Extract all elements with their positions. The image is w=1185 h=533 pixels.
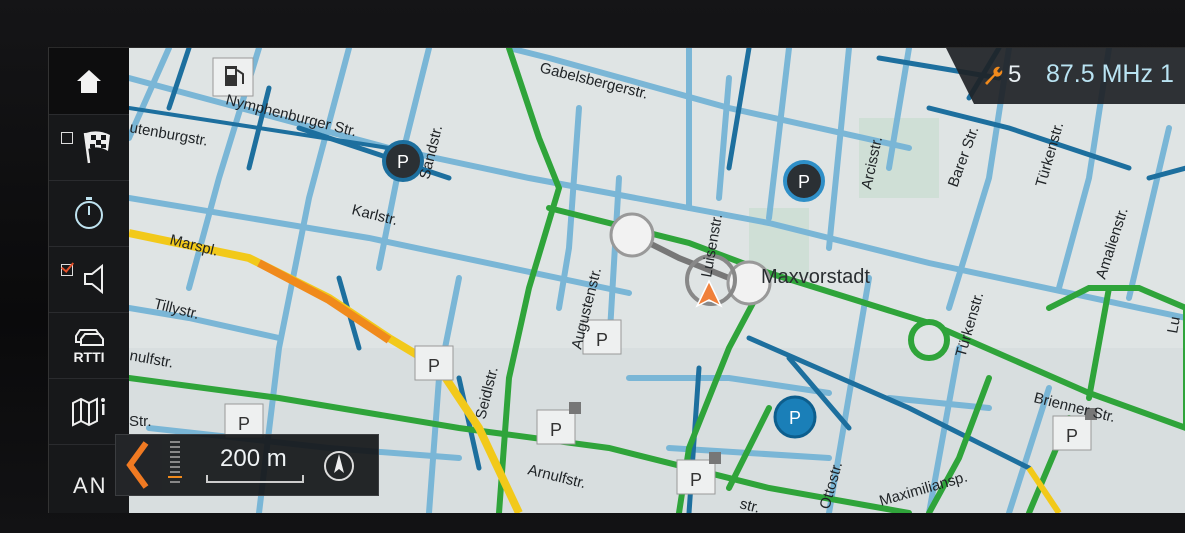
roundabout (908, 319, 950, 361)
scale-line (206, 475, 304, 483)
parking-garage-marker[interactable]: P (224, 403, 264, 439)
destination-checkbox[interactable] (61, 132, 73, 144)
svg-text:P: P (596, 330, 608, 350)
service-count: 5 (1008, 61, 1022, 88)
speaker-icon (84, 263, 103, 295)
back-button[interactable] (116, 435, 162, 495)
sidebar-item-rtti[interactable]: RTTI (49, 312, 129, 379)
svg-text:P: P (550, 420, 562, 440)
wrench-icon (985, 66, 1003, 85)
svg-text:P: P (690, 470, 702, 490)
svg-text:P: P (798, 172, 810, 192)
checkered-flag-icon (83, 131, 110, 164)
rtti-label: RTTI (73, 348, 105, 365)
street-label: Str. (129, 413, 152, 430)
street-label: Lu (1164, 315, 1184, 334)
traffic-cars-icon (75, 328, 104, 346)
fuel-station-icon[interactable] (212, 57, 254, 97)
svg-text:P: P (428, 356, 440, 376)
voice-checkbox[interactable] (61, 264, 73, 276)
parking-garage-marker[interactable]: P (414, 345, 454, 381)
route-waypoint (609, 212, 655, 258)
district-label: Maxvorstadt (761, 266, 870, 288)
svg-text:P: P (789, 408, 801, 428)
navigation-screen: RTTI AN P P P P P P P P P Gabelsbergerst… (48, 47, 1185, 513)
svg-text:P: P (397, 152, 409, 172)
scale-distance: 200 m (220, 445, 287, 472)
sidebar-item-destination[interactable] (49, 114, 129, 181)
radio-frequency[interactable]: 87.5 MHz 1 (1046, 60, 1174, 89)
zoom-level-indicator[interactable] (168, 441, 182, 489)
parking-marker[interactable]: P (773, 395, 817, 439)
home-icon (77, 70, 101, 93)
an-label: AN (73, 473, 108, 498)
chevron-left-icon (126, 441, 149, 489)
map-info-icon (72, 397, 105, 427)
status-panel: 5 87.5 MHz 1 (946, 48, 1185, 104)
stopwatch-icon (75, 197, 103, 229)
svg-text:P: P (1066, 426, 1078, 446)
sidebar-item-voice[interactable] (49, 246, 129, 313)
compass-icon[interactable] (322, 449, 356, 483)
svg-text:P: P (238, 414, 250, 434)
sidebar-item-timer[interactable] (49, 180, 129, 247)
parking-marker[interactable]: P (783, 160, 825, 202)
sidebar-item-home[interactable] (49, 48, 129, 115)
scale-panel: 200 m (115, 434, 379, 496)
